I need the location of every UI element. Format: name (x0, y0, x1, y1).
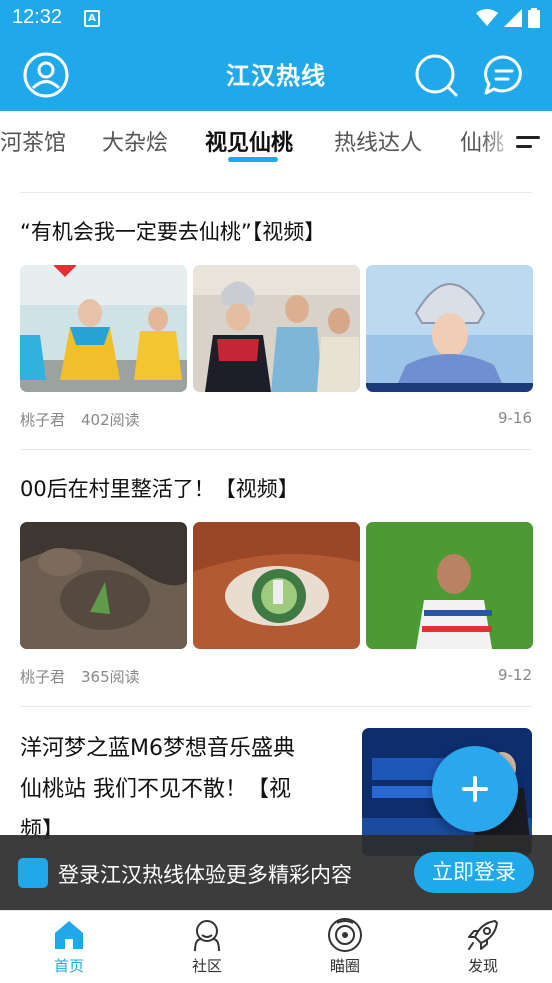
nav-item-home[interactable]: 首页 (29, 917, 109, 981)
thumbnail-image[interactable] (366, 265, 533, 392)
nav-label: 社区 (191, 957, 222, 975)
nav-label: 发现 (467, 957, 498, 975)
article-author: 桃子君 (20, 668, 66, 686)
thumbnail-image[interactable] (20, 522, 187, 649)
status-icons (476, 8, 540, 28)
wifi-icon (476, 9, 498, 26)
nav-item-discover[interactable]: 发现 (443, 917, 523, 981)
status-bar: 12:32 A (0, 0, 552, 38)
thumbnail-image[interactable] (193, 265, 360, 392)
tab-menu-button[interactable] (516, 131, 542, 153)
battery-icon (528, 8, 540, 28)
tab-miscellany[interactable]: 大杂烩 (102, 125, 168, 157)
home-icon (55, 921, 83, 949)
article-thumbnails (20, 265, 533, 392)
community-icon (194, 920, 220, 952)
login-prompt-text: 登录江汉热线体验更多精彩内容 (58, 863, 352, 887)
article-reads: 402阅读 (81, 411, 140, 429)
article-author: 桃子君 (20, 411, 66, 429)
bottom-navigation: 首页 社区 瞄圈 发现 (0, 910, 552, 983)
message-icon (484, 55, 522, 95)
thumbnail-image[interactable] (366, 522, 533, 649)
article-meta: 桃子君 365阅读 (20, 666, 140, 687)
nav-label: 瞄圈 (329, 957, 360, 975)
rocket-icon (468, 920, 498, 950)
nav-item-circle[interactable]: 瞄圈 (305, 917, 385, 981)
search-icon (415, 54, 458, 97)
article-date: 9-16 (497, 409, 532, 427)
menu-icon (516, 136, 540, 148)
notification-icon: A (84, 10, 100, 27)
article-meta: 桃子君 402阅读 (20, 409, 140, 430)
app-logo-icon (18, 858, 48, 888)
circle-icon (328, 918, 362, 952)
category-tabs: 河茶馆 大杂烩 视见仙桃 热线达人 仙桃 (0, 111, 552, 177)
messages-button[interactable] (480, 51, 528, 99)
article-thumbnails (20, 522, 533, 649)
login-button[interactable]: 立即登录 (414, 852, 534, 893)
tab-video-xiantao[interactable]: 视见仙桃 (205, 125, 293, 157)
active-tab-indicator (228, 157, 278, 162)
article-title[interactable]: 洋河梦之蓝M6梦想音乐盛典 仙桃站 我们不见不散！【视 频】 (20, 728, 340, 851)
title-bar: 江汉热线 (0, 38, 552, 111)
app-header: 12:32 A 江汉热线 (0, 0, 552, 111)
status-time: 12:32 (12, 6, 63, 28)
tab-hotline-experts[interactable]: 热线达人 (334, 125, 422, 157)
divider (20, 449, 532, 450)
thumbnail-image[interactable] (20, 265, 187, 392)
signal-icon (504, 9, 522, 27)
divider (20, 706, 532, 707)
add-post-button[interactable] (432, 746, 518, 832)
search-button[interactable] (412, 51, 460, 99)
nav-item-community[interactable]: 社区 (167, 917, 247, 981)
article-date: 9-12 (497, 666, 532, 684)
article-reads: 365阅读 (81, 668, 140, 686)
divider (20, 192, 532, 193)
plus-icon (462, 776, 488, 802)
tab-tea-house[interactable]: 河茶馆 (0, 125, 66, 157)
login-banner: 登录江汉热线体验更多精彩内容 立即登录 (0, 835, 552, 910)
thumbnail-image[interactable] (193, 522, 360, 649)
nav-label: 首页 (53, 957, 84, 975)
article-title[interactable]: 00后在村里整活了！【视频】 (20, 473, 299, 503)
article-title[interactable]: “有机会我一定要去仙桃”【视频】 (20, 216, 325, 246)
app-title: 江汉热线 (226, 61, 326, 90)
